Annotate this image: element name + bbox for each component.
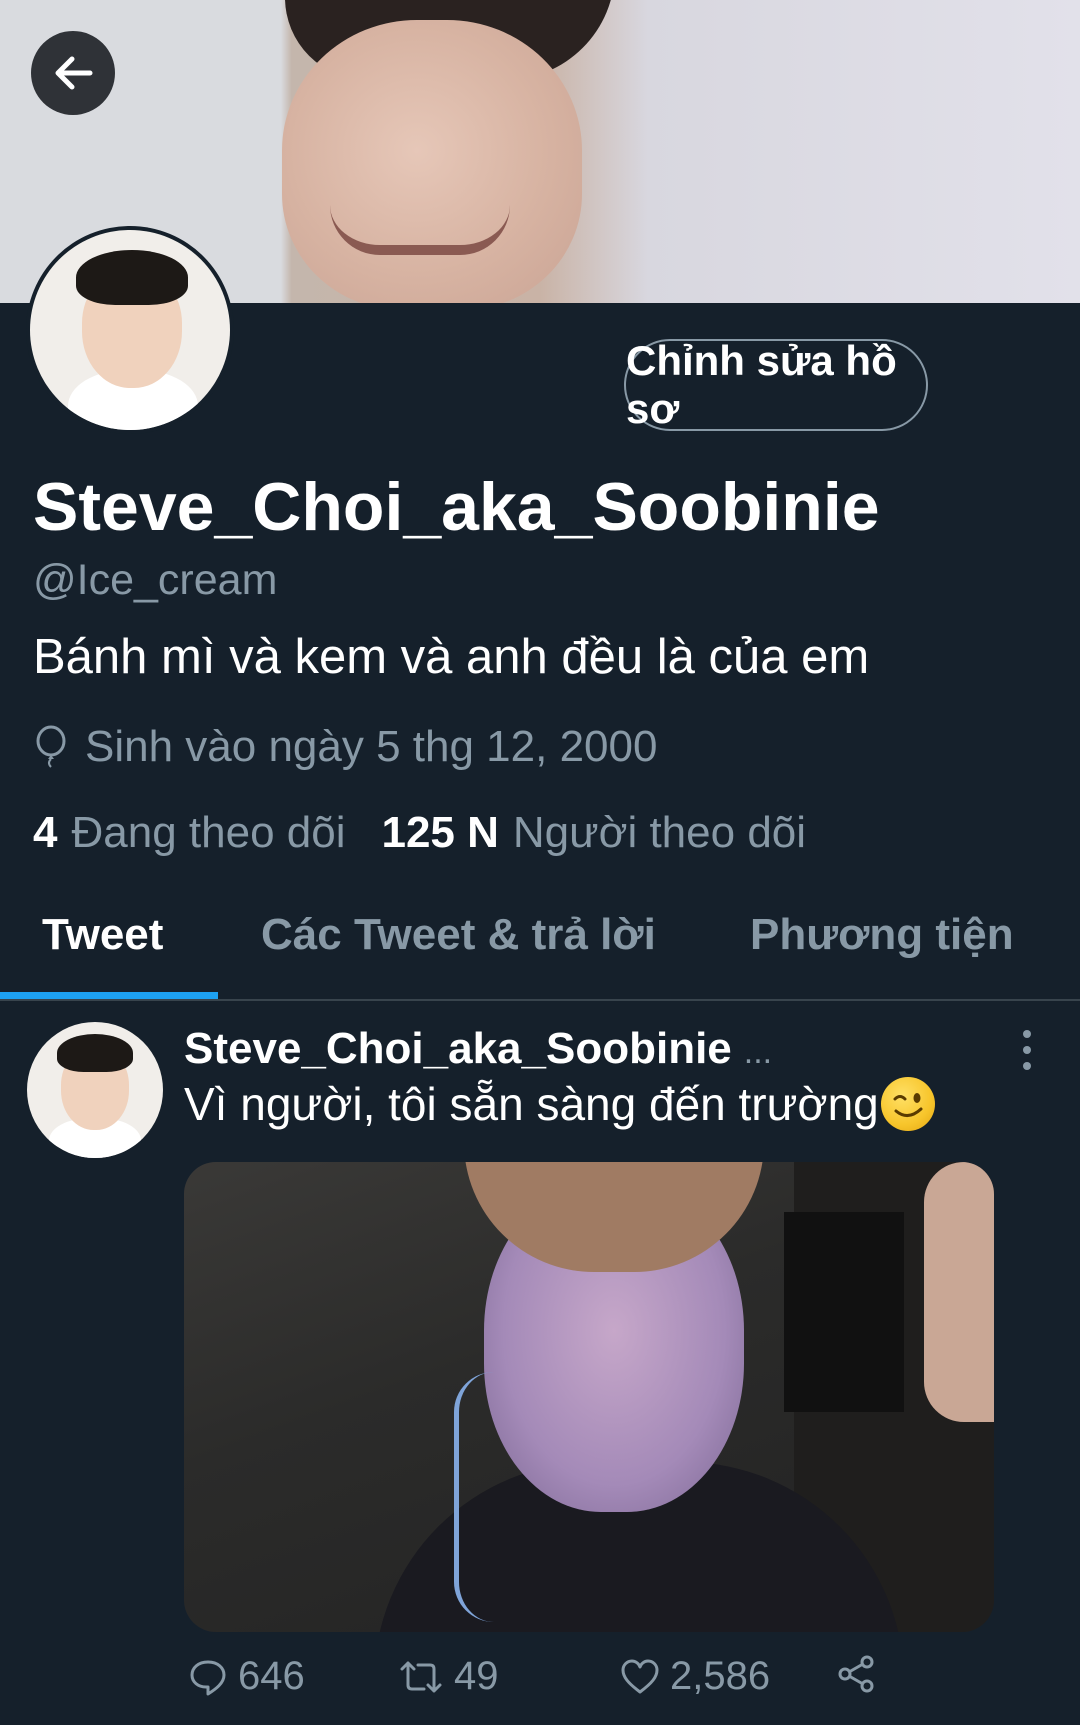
more-dot-icon [1023,1030,1031,1038]
tweet-more-button[interactable] [1012,1030,1042,1070]
tweet-media-image[interactable] [184,1162,994,1632]
following-link[interactable]: 4 Đang theo dõi [33,808,345,858]
tweet-author-name[interactable]: Steve_Choi_aka_Soobinie... [184,1024,772,1074]
media-background-panel [784,1212,904,1412]
retweet-icon [400,1661,442,1692]
birth-date-text: Sinh vào ngày 5 thg 12, 2000 [85,722,658,771]
winking-face-emoji [880,1077,935,1131]
tab-tweets[interactable]: Tweet [42,910,163,960]
heart-icon [621,1659,659,1693]
birth-date: Sinh vào ngày 5 thg 12, 2000 [33,722,657,772]
profile-avatar[interactable] [26,226,234,434]
profile-bio: Bánh mì và kem và anh đều là của em [33,630,870,684]
retweet-button[interactable]: 49 [398,1654,499,1699]
following-count: 4 [33,808,58,857]
tweet-author-avatar[interactable] [27,1022,163,1158]
user-handle: @Ice_cream [33,556,278,604]
reply-count: 646 [238,1654,305,1698]
share-icon [838,1655,874,1693]
more-dot-icon [1023,1062,1031,1070]
tweet-text: Vì người, tôi sẵn sàng đến trường [184,1077,935,1131]
media-person-side [924,1162,994,1422]
followers-link[interactable]: 125 N Người theo dõi [381,808,806,858]
tab-tweets-and-replies[interactable]: Các Tweet & trả lời [261,910,656,960]
tabs-divider [0,999,1080,1001]
banner-photo-face [282,20,582,303]
arrow-left-icon [55,56,93,90]
reply-icon [190,1660,226,1695]
back-button[interactable] [31,31,115,115]
tweet-author-name-text: Steve_Choi_aka_Soobinie [184,1024,732,1073]
tweet-text-content: Vì người, tôi sẵn sàng đến trường [184,1078,879,1130]
share-button[interactable] [836,1654,876,1694]
media-earphone-wire [454,1372,519,1622]
avatar-image [30,230,230,430]
display-name: Steve_Choi_aka_Soobinie [33,469,880,545]
like-button[interactable]: 2,586 [620,1654,770,1699]
bottom-edge [0,1716,1080,1725]
tweet-actions: 646 49 2,586 [184,1654,1034,1704]
reply-button[interactable]: 646 [188,1654,305,1699]
profile-tabs: Tweet Các Tweet & trả lời Phương tiện [0,888,1080,1000]
active-tab-indicator [0,992,218,999]
followers-count: 125 N [381,808,499,857]
follow-stats: 4 Đang theo dõi 125 N Người theo dõi [33,808,806,858]
edit-profile-button[interactable]: Chỉnh sửa hồ sơ [624,337,928,432]
retweet-count: 49 [454,1654,499,1698]
banner-photo-smile [330,205,510,255]
like-count: 2,586 [670,1654,771,1698]
more-dot-icon [1023,1046,1031,1054]
balloon-icon [36,725,66,768]
following-label: Đang theo dõi [71,808,346,857]
tab-media[interactable]: Phương tiện [750,910,1014,960]
followers-label: Người theo dõi [512,808,807,857]
tweet-author-ellipsis: ... [743,1033,773,1071]
